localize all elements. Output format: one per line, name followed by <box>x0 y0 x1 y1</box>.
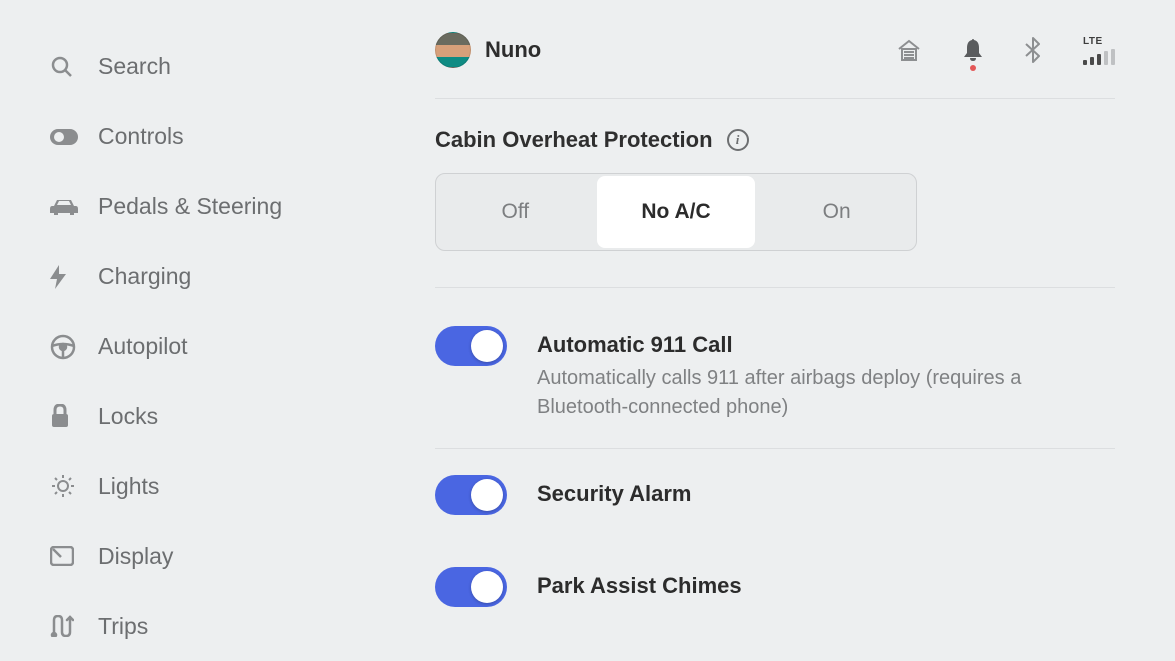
avatar <box>435 32 471 68</box>
signal-bars-icon <box>1083 49 1115 65</box>
toggle-auto-911[interactable] <box>435 326 507 366</box>
sidebar-item-label: Lights <box>98 473 159 500</box>
segment-no-ac[interactable]: No A/C <box>597 176 756 248</box>
homelink-icon[interactable] <box>897 39 921 61</box>
sidebar-item-label: Autopilot <box>98 333 188 360</box>
sidebar-item-search[interactable]: Search <box>50 32 365 102</box>
topbar: Nuno LTE <box>435 26 1115 74</box>
profile-selector[interactable]: Nuno <box>435 32 541 68</box>
sidebar-item-trips[interactable]: Trips <box>50 591 365 661</box>
sidebar-item-label: Controls <box>98 123 184 150</box>
main-panel: Nuno LTE Cabin Overheat Protect <box>395 0 1175 661</box>
setting-park-assist: Park Assist Chimes <box>435 541 1115 617</box>
toggle-title: Security Alarm <box>537 481 691 507</box>
setting-title: Cabin Overheat Protection <box>435 127 713 153</box>
bolt-icon <box>50 265 98 289</box>
toggle-icon <box>50 129 98 145</box>
sidebar-item-label: Display <box>98 543 173 570</box>
sidebar-item-charging[interactable]: Charging <box>50 242 365 312</box>
notifications-icon[interactable] <box>963 39 983 61</box>
toggle-park-assist[interactable] <box>435 567 507 607</box>
sidebar-item-label: Search <box>98 53 171 80</box>
steering-wheel-icon <box>50 334 98 360</box>
sidebar: Search Controls Pedals & Steering Chargi… <box>0 0 395 661</box>
sidebar-item-locks[interactable]: Locks <box>50 381 365 451</box>
segment-on[interactable]: On <box>757 174 916 250</box>
setting-auto-911: Automatic 911 Call Automatically calls 9… <box>435 300 1115 448</box>
info-icon[interactable]: i <box>727 129 749 151</box>
profile-name: Nuno <box>485 37 541 63</box>
trips-icon <box>50 615 98 637</box>
cabin-overheat-segment: Off No A/C On <box>435 173 917 251</box>
sidebar-item-label: Trips <box>98 613 148 640</box>
sidebar-item-label: Pedals & Steering <box>98 193 282 220</box>
toggle-title: Park Assist Chimes <box>537 573 742 599</box>
car-icon <box>50 198 98 216</box>
display-icon <box>50 546 98 566</box>
segment-off[interactable]: Off <box>436 174 595 250</box>
toggles-section: Automatic 911 Call Automatically calls 9… <box>435 288 1115 617</box>
lock-icon <box>50 404 98 428</box>
status-icons: LTE <box>897 36 1115 65</box>
sidebar-item-controls[interactable]: Controls <box>50 102 365 172</box>
lights-icon <box>50 475 98 497</box>
sidebar-item-lights[interactable]: Lights <box>50 451 365 521</box>
signal-indicator[interactable]: LTE <box>1083 36 1115 65</box>
sidebar-item-label: Charging <box>98 263 191 290</box>
sidebar-item-pedals-steering[interactable]: Pedals & Steering <box>50 172 365 242</box>
sidebar-item-label: Locks <box>98 403 158 430</box>
toggle-description: Automatically calls 911 after airbags de… <box>537 364 1097 422</box>
search-icon <box>50 55 98 79</box>
sidebar-item-autopilot[interactable]: Autopilot <box>50 312 365 382</box>
setting-cabin-overheat: Cabin Overheat Protection i Off No A/C O… <box>435 99 1115 287</box>
sidebar-item-display[interactable]: Display <box>50 521 365 591</box>
setting-security-alarm: Security Alarm <box>435 449 1115 541</box>
notification-dot <box>970 65 976 71</box>
signal-label: LTE <box>1083 36 1103 47</box>
toggle-title: Automatic 911 Call <box>537 332 1097 358</box>
toggle-security-alarm[interactable] <box>435 475 507 515</box>
bluetooth-icon[interactable] <box>1025 37 1041 63</box>
